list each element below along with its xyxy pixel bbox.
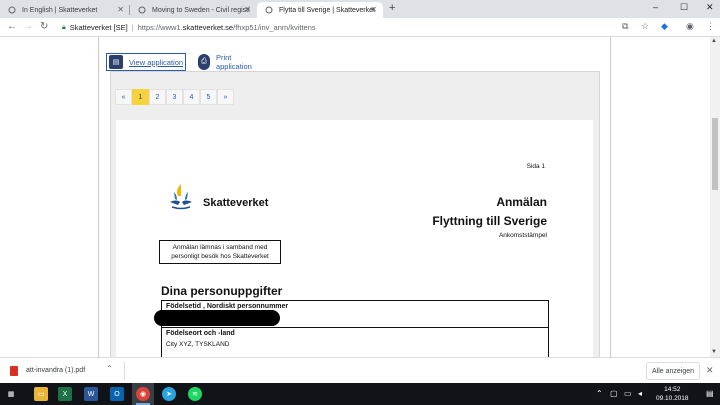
download-separator <box>124 362 125 380</box>
volume-icon[interactable]: ◂ <box>638 389 642 398</box>
document-title-line1: Anmälan <box>496 195 547 209</box>
arrival-stamp-label: Ankomststämpel <box>498 232 547 239</box>
extension-icon[interactable]: ◆ <box>661 21 668 32</box>
pager-last-button[interactable]: » <box>217 89 234 105</box>
reload-icon[interactable]: ↻ <box>40 21 48 32</box>
download-bar-close-icon[interactable]: ✕ <box>706 365 714 376</box>
excel-icon[interactable]: X <box>58 387 72 401</box>
lock-icon: 🔒︎ <box>62 23 66 31</box>
tab-label: Moving to Sweden - Civil registi <box>152 6 250 14</box>
outlook-icon[interactable]: O <box>110 387 124 401</box>
download-file-name[interactable]: att-invandra (1).pdf <box>26 367 85 374</box>
skatteverket-favicon-icon <box>8 6 16 14</box>
url-text: https://www1.skatteverket.se/fhxp51/inv_… <box>138 23 316 32</box>
browser-toolbar: ← → ↻ 🔒︎ Skatteverket [SE] | https://www… <box>0 18 720 37</box>
content-left-border <box>98 37 99 357</box>
pager-page-5[interactable]: 5 <box>200 89 217 105</box>
redaction-mark <box>154 310 280 326</box>
site-identity: Skatteverket [SE] <box>69 23 128 32</box>
os-taskbar: ▦ ▭ X W O ◉ ➤ ≋ ⌃ ▢ ▭ ◂ 14:52 09.10.2018… <box>0 383 720 405</box>
web-page: ▤ View application ⎙ Print application «… <box>0 37 710 357</box>
download-bar: att-invandra (1).pdf ⌃ Alle anzeigen ✕ <box>0 357 720 383</box>
url-domain: skatteverket.se <box>182 23 234 32</box>
document-viewer: « 1 2 3 4 5 » Sida 1 Skatteverket Anmäla… <box>110 71 600 357</box>
pager-page-2[interactable]: 2 <box>149 89 166 105</box>
document-page: Sida 1 Skatteverket Anmälan Flyttning ti… <box>116 120 593 357</box>
telegram-icon[interactable]: ➤ <box>162 387 176 401</box>
tab-label: Flytta till Sverige | Skatteverket <box>279 6 375 14</box>
screen: In English | Skatteverket ✕ Moving to Sw… <box>0 0 720 405</box>
tray-chevron-icon[interactable]: ⌃ <box>596 389 603 398</box>
section-title: Dina personuppgifter <box>161 284 283 298</box>
chevron-up-icon[interactable]: ⌃ <box>106 364 113 373</box>
menu-icon[interactable]: ⋮ <box>706 21 715 32</box>
tab-strip: In English | Skatteverket ✕ Moving to Sw… <box>0 0 720 18</box>
page-scrollbar[interactable] <box>710 37 720 357</box>
profile-icon[interactable]: ◉ <box>686 21 694 32</box>
star-icon[interactable]: ☆ <box>641 21 649 32</box>
chrome-icon[interactable]: ◉ <box>136 387 150 401</box>
scroll-up-icon[interactable]: ▲ <box>711 38 717 44</box>
birthplace-field: Födelseort och -land City XYZ, TYSKLAND <box>161 327 549 357</box>
pager-page-3[interactable]: 3 <box>166 89 183 105</box>
tab-label: In English | Skatteverket <box>22 6 98 14</box>
scroll-down-icon[interactable]: ▼ <box>711 349 717 355</box>
tab-close-icon[interactable]: ✕ <box>117 5 124 14</box>
clock-date: 09.10.2018 <box>656 395 689 402</box>
pdf-file-icon <box>10 366 18 376</box>
view-application-label: View application <box>129 57 184 67</box>
globe-favicon-icon <box>138 6 146 14</box>
pager-first-button[interactable]: « <box>115 89 132 105</box>
skatteverket-favicon-icon <box>265 6 273 14</box>
omnibox-divider: | <box>131 23 134 32</box>
window-close-icon[interactable]: ✕ <box>706 2 714 13</box>
translate-icon[interactable]: ⧉ <box>622 21 628 32</box>
pager-page-1[interactable]: 1 <box>132 89 149 105</box>
tab-moving-to-sweden[interactable]: Moving to Sweden - Civil registi ✕ <box>130 2 257 18</box>
field-label: Födelseort och -land <box>166 330 235 337</box>
tab-flytta-till-sverige[interactable]: Flytta till Sverige | Skatteverket ✕ <box>257 2 383 18</box>
field-value: City XYZ, TYSKLAND <box>166 341 230 348</box>
network-icon[interactable]: ▢ <box>610 389 618 398</box>
clock-time: 14:52 <box>664 386 681 393</box>
tab-close-icon[interactable]: ✕ <box>370 5 377 14</box>
new-tab-button[interactable]: + <box>389 2 395 14</box>
url-prefix: https://www1. <box>137 23 183 32</box>
minimize-icon[interactable]: – <box>653 2 658 12</box>
show-all-downloads-button[interactable]: Alle anzeigen <box>646 362 700 380</box>
pager-page-4[interactable]: 4 <box>183 89 200 105</box>
field-label: Födelsetid , Nordiskt personnummer <box>166 303 289 310</box>
print-application-label: Print application <box>215 53 252 71</box>
notifications-icon[interactable]: ▤ <box>706 389 714 398</box>
print-application-button[interactable]: ⎙ Print application <box>198 53 256 71</box>
document-icon: ▤ <box>109 55 123 69</box>
url-path: /fhxp51/inv_anm/kvittens <box>233 23 316 32</box>
system-clock[interactable]: 14:52 09.10.2018 <box>656 385 689 403</box>
maximize-icon[interactable]: ☐ <box>680 2 688 13</box>
printer-icon: ⎙ <box>198 54 210 70</box>
tab-close-icon[interactable]: ✕ <box>244 5 251 14</box>
address-bar[interactable]: 🔒︎ Skatteverket [SE] | https://www1.skat… <box>58 20 658 35</box>
forward-arrow-icon[interactable]: → <box>23 21 33 32</box>
page-number-label: Sida 1 <box>526 163 545 170</box>
battery-icon[interactable]: ▭ <box>624 389 632 398</box>
content-right-border <box>610 37 611 357</box>
birth-id-field: Födelsetid , Nordiskt personnummer <box>154 300 549 328</box>
brand-name: Skatteverket <box>203 197 269 209</box>
pagination: « 1 2 3 4 5 » <box>115 89 234 105</box>
spotify-icon[interactable]: ≋ <box>188 387 202 401</box>
file-explorer-icon[interactable]: ▭ <box>34 387 48 401</box>
scrollbar-thumb[interactable] <box>712 118 718 190</box>
start-windows-icon[interactable]: ▦ <box>4 387 18 401</box>
word-icon[interactable]: W <box>84 387 98 401</box>
document-title-line2: Flyttning till Sverige <box>432 214 547 228</box>
skatteverket-logo-icon <box>170 184 192 210</box>
submission-notice: Anmälan lämnas i samband med personligt … <box>159 240 281 264</box>
tab-in-english[interactable]: In English | Skatteverket ✕ <box>0 2 130 18</box>
view-application-button[interactable]: ▤ View application <box>106 53 186 71</box>
back-arrow-icon[interactable]: ← <box>7 21 17 32</box>
